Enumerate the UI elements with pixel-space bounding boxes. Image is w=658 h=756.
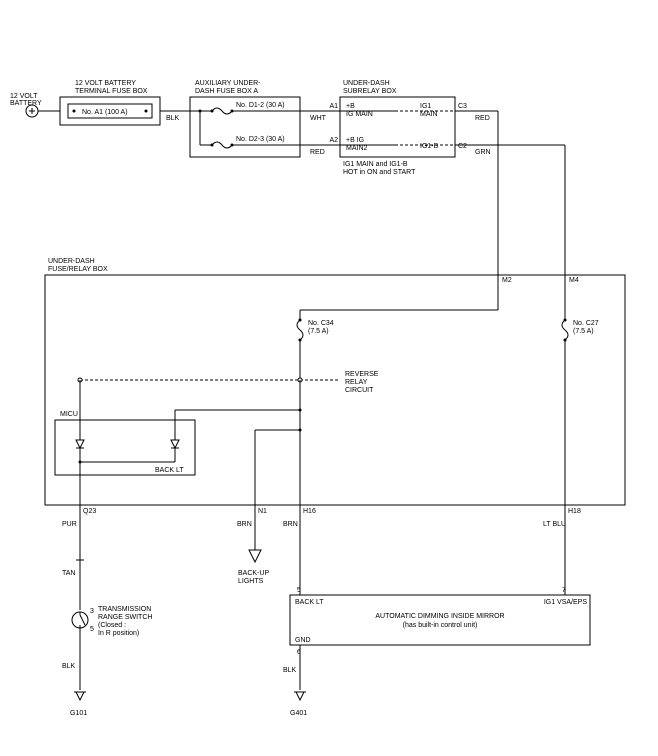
mirror-gnd: GND xyxy=(295,637,311,644)
ground-g101-icon xyxy=(76,692,84,700)
lab-bigmain-2: +B IG xyxy=(346,137,364,144)
frb-title-2: FUSE/RELAY BOX xyxy=(48,266,108,273)
pin-n1: N1 xyxy=(258,508,267,515)
subrelay-title-1: UNDER-DASH xyxy=(343,80,390,87)
mirror-lab-5: BACK LT xyxy=(295,599,324,606)
subrelay-title-2: SUBRELAY BOX xyxy=(343,88,397,95)
wire-tan: TAN xyxy=(62,570,75,577)
rev-relay-2: RELAY xyxy=(345,379,368,386)
fuse-d2-3-label: No. D2-3 (30 A) xyxy=(236,136,285,143)
wire-blk-1: BLK xyxy=(166,115,180,122)
subrelay-note-1: IG1 MAIN and IG1-B xyxy=(343,161,408,168)
mirror-title-1: AUTOMATIC DIMMING INSIDE MIRROR xyxy=(375,613,504,620)
battery-label-1: 12 VOLT xyxy=(10,93,38,100)
pin-m2: M2 xyxy=(502,277,512,284)
pin-c2: C2 xyxy=(458,143,467,150)
fuse-d1-2-label: No. D1-2 (30 A) xyxy=(236,102,285,109)
mirror-lab-7: IG1 VSA/EPS xyxy=(544,599,588,606)
fuse-a1-label: No. A1 (100 A) xyxy=(82,109,128,116)
micu-backlt: BACK LT xyxy=(155,467,184,474)
wire-blk-3: BLK xyxy=(283,667,297,674)
lab-bigmain-1b: IG MAIN xyxy=(346,111,373,118)
lab-ig1b: IG1-B xyxy=(420,143,439,150)
rev-relay-3: CIRCUIT xyxy=(345,387,374,394)
pin-q23: Q23 xyxy=(83,508,96,515)
wire-red-2: RED xyxy=(475,115,490,122)
ground-g401-icon xyxy=(296,692,304,700)
wire-red-1: RED xyxy=(310,149,325,156)
trans-label-4: In R position) xyxy=(98,630,139,637)
wire-brn-2: BRN xyxy=(283,521,298,528)
g401-label: G401 xyxy=(290,710,307,717)
subrelay-note-2: HOT in ON and START xyxy=(343,169,416,176)
fuse-c27-amp: (7.5 A) xyxy=(573,328,594,335)
micu-label: MICU xyxy=(60,411,78,418)
wire-grn: GRN xyxy=(475,149,491,156)
trans-pin-5: 5 xyxy=(90,626,94,633)
pin-a2: A2 xyxy=(329,137,338,144)
trans-label-1: TRANSMISSION xyxy=(98,606,151,613)
pin-h16: H16 xyxy=(303,508,316,515)
battery-label-2: BATTERY xyxy=(10,100,42,107)
fuse-c34-amp: (7.5 A) xyxy=(308,328,329,335)
lab-ig1main-a: IG1 xyxy=(420,103,431,110)
lab-ig1main-b: MAIN xyxy=(420,111,438,118)
pin-m4: M4 xyxy=(569,277,579,284)
g101-label: G101 xyxy=(70,710,87,717)
mirror-pin-5: 5 xyxy=(297,587,301,594)
batt-box-title-1: 12 VOLT BATTERY xyxy=(75,80,136,87)
mirror-title-2: (has built-in control unit) xyxy=(403,622,478,629)
aux-title-1: AUXILIARY UNDER- xyxy=(195,80,261,87)
backup-lights-2: LIGHTS xyxy=(238,578,264,585)
backup-lights-1: BACK-UP xyxy=(238,570,269,577)
lab-bigmain-1: +B xyxy=(346,103,355,110)
wire-pur: PUR xyxy=(62,521,77,528)
pin-c3: C3 xyxy=(458,103,467,110)
batt-box-title-2: TERMINAL FUSE BOX xyxy=(75,88,148,95)
wire-ltblu: LT BLU xyxy=(543,521,566,528)
trans-label-3: (Closed : xyxy=(98,622,126,629)
lab-bigmain-2b: MAIN2 xyxy=(346,145,368,152)
trans-pin-3: 3 xyxy=(90,608,94,615)
wire-blk-2: BLK xyxy=(62,663,76,670)
mirror-pin-7: 7 xyxy=(562,587,566,594)
fuse-c34-label: No. C34 xyxy=(308,320,334,327)
wire-brn: BRN xyxy=(237,521,252,528)
aux-title-2: DASH FUSE BOX A xyxy=(195,88,258,95)
trans-label-2: RANGE SWITCH xyxy=(98,614,152,621)
fuse-c27-label: No. C27 xyxy=(573,320,599,327)
frb-title-1: UNDER-DASH xyxy=(48,258,95,265)
pin-a1: A1 xyxy=(329,103,338,110)
wire-wht: WHT xyxy=(310,115,327,122)
pin-h18: H18 xyxy=(568,508,581,515)
rev-relay-1: REVERSE xyxy=(345,371,379,378)
arrow-down-icon xyxy=(249,550,261,562)
